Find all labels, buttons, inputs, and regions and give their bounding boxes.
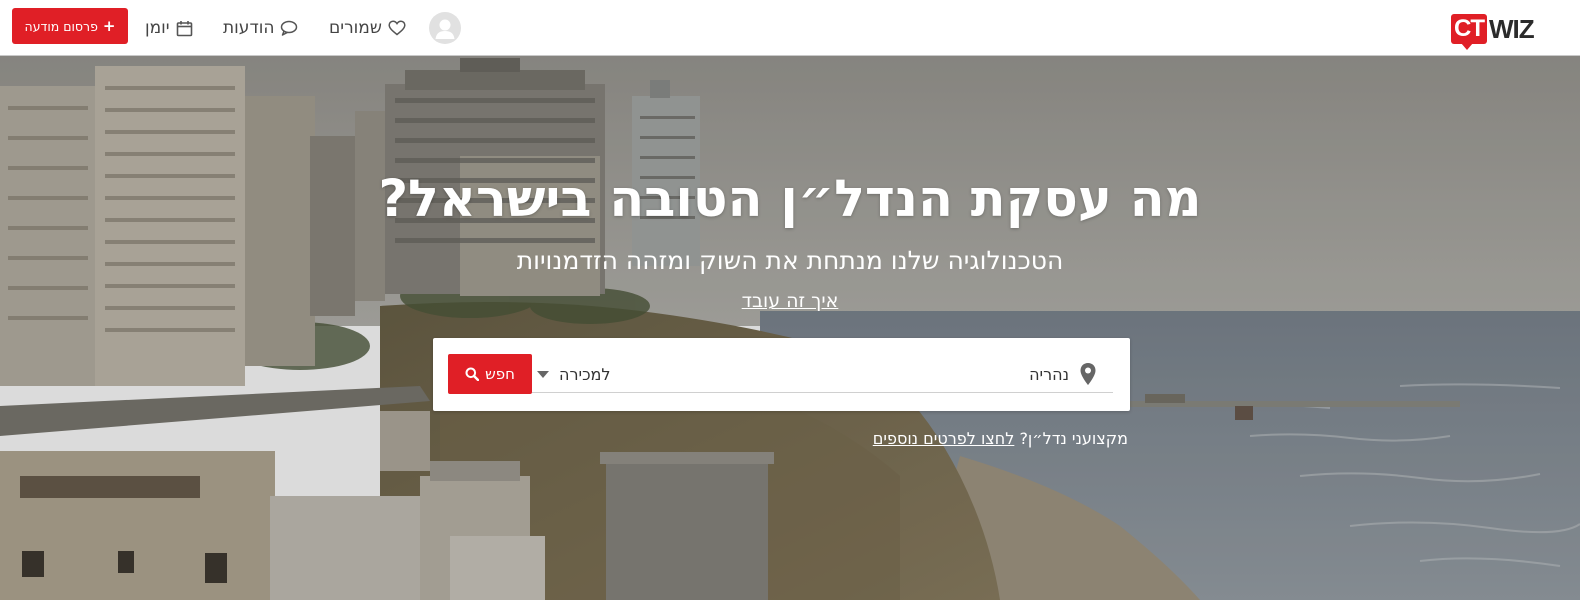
logo-ct: CT: [1451, 14, 1487, 50]
pros-question: מקצועני נדל״ן?: [1019, 429, 1128, 448]
deal-type-value: למכירה: [559, 364, 611, 384]
nav-saved-label: שמורים: [329, 18, 382, 38]
pros-line: מקצועני נדל״ן? לחצו לפרטים נוספים: [870, 429, 1128, 451]
heart-icon: [388, 20, 406, 36]
nav-messages[interactable]: הודעות: [223, 14, 298, 42]
nav-calendar[interactable]: יומן: [145, 14, 193, 42]
location-input[interactable]: [903, 360, 1069, 388]
search-button-label: חפש: [485, 365, 515, 383]
search-underline: [532, 392, 1113, 393]
plus-icon: +: [102, 16, 116, 35]
user-avatar-icon: [435, 19, 455, 39]
search-box: חפש למכירה: [433, 338, 1130, 411]
deal-type-select[interactable]: למכירה: [537, 362, 610, 386]
search-icon: [465, 367, 480, 381]
chat-bubble-icon: [281, 20, 298, 36]
hero-background-image: [0, 56, 1580, 600]
nav-calendar-label: יומן: [145, 18, 170, 38]
map-pin-icon: [1080, 363, 1096, 385]
chevron-down-icon: [537, 370, 549, 378]
how-it-works-link[interactable]: איך זה עובד: [0, 290, 1580, 312]
calendar-icon: [176, 20, 192, 36]
hero-title: מה עסקת הנדל״ן הטובה בישראל?: [378, 170, 1202, 229]
hero-section: מה עסקת הנדל״ן הטובה בישראל? הטכנולוגיה …: [0, 56, 1580, 600]
nav-saved[interactable]: שמורים: [329, 14, 406, 42]
logo-wiz: WIZ: [1489, 14, 1535, 44]
pros-more-details-link[interactable]: לחצו לפרטים נוספים: [873, 429, 1015, 448]
nav-messages-label: הודעות: [223, 18, 275, 38]
user-avatar[interactable]: [429, 12, 461, 44]
post-ad-button[interactable]: + פרסום מודעה: [12, 8, 128, 44]
ctwiz-logo[interactable]: CT WIZ: [1451, 11, 1535, 50]
post-ad-label: פרסום מודעה: [24, 18, 98, 34]
top-header: + פרסום מודעה יומן הודעות שמורים CT WIZ: [0, 0, 1580, 56]
search-button[interactable]: חפש: [448, 354, 532, 394]
hero-subtitle: הטכנולוגיה שלנו מנתחת את השוק ומזהה הזדמ…: [516, 246, 1064, 275]
